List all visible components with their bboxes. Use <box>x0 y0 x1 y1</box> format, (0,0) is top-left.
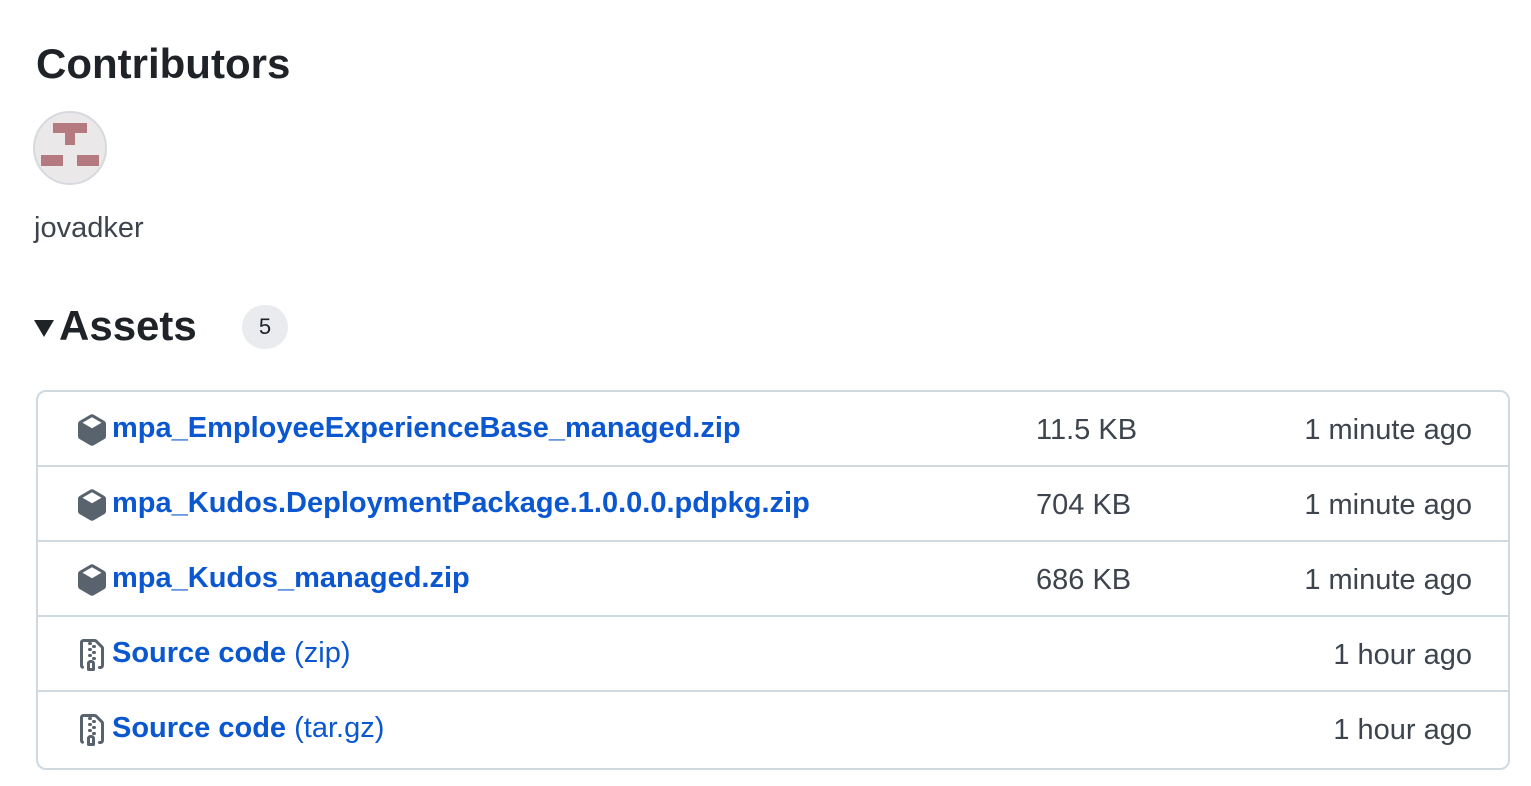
asset-name: Source code <box>112 712 287 744</box>
asset-format: (tar.gz) <box>294 712 385 744</box>
asset-link[interactable]: mpa_EmployeeExperienceBase_managed.zip <box>112 410 741 446</box>
asset-list: mpa_EmployeeExperienceBase_managed.zip 1… <box>36 390 1510 770</box>
assets-count-badge: 5 <box>242 305 288 349</box>
asset-name: Source code <box>112 637 287 669</box>
identicon-icon <box>41 123 99 166</box>
package-icon <box>78 564 106 596</box>
asset-time: 1 hour ago <box>1333 714 1472 746</box>
asset-row: mpa_EmployeeExperienceBase_managed.zip 1… <box>38 392 1508 467</box>
package-icon <box>78 489 106 521</box>
avatar[interactable] <box>33 111 107 185</box>
asset-name: mpa_Kudos_managed.zip <box>112 562 470 594</box>
asset-row: Source code (tar.gz) 1 hour ago <box>38 692 1508 767</box>
triangle-down-icon[interactable] <box>34 319 54 337</box>
asset-name: mpa_EmployeeExperienceBase_managed.zip <box>112 412 741 444</box>
asset-time: 1 minute ago <box>1304 564 1472 596</box>
asset-size: 686 KB <box>1036 564 1132 596</box>
asset-size: 11.5 KB <box>1036 414 1138 446</box>
asset-row: mpa_Kudos_managed.zip 686 KB 1 minute ag… <box>38 542 1508 617</box>
file-zip-icon <box>80 639 104 671</box>
asset-time: 1 hour ago <box>1333 639 1472 671</box>
asset-time: 1 minute ago <box>1304 414 1472 446</box>
assets-title: Assets <box>59 302 197 349</box>
asset-link[interactable]: Source code (tar.gz) <box>112 710 384 746</box>
package-icon <box>78 414 106 446</box>
asset-link[interactable]: mpa_Kudos.DeploymentPackage.1.0.0.0.pdpk… <box>112 485 810 521</box>
contributor-username[interactable]: jovadker <box>34 210 144 246</box>
asset-row: Source code (zip) 1 hour ago <box>38 617 1508 692</box>
assets-header[interactable]: Assets <box>34 296 197 356</box>
asset-row: mpa_Kudos.DeploymentPackage.1.0.0.0.pdpk… <box>38 467 1508 542</box>
asset-size: 704 KB <box>1036 489 1132 521</box>
asset-link[interactable]: Source code (zip) <box>112 635 351 671</box>
asset-time: 1 minute ago <box>1304 489 1472 521</box>
asset-name: mpa_Kudos.DeploymentPackage.1.0.0.0.pdpk… <box>112 487 810 519</box>
file-zip-icon <box>80 714 104 746</box>
asset-format: (zip) <box>294 637 351 669</box>
asset-link[interactable]: mpa_Kudos_managed.zip <box>112 560 470 596</box>
contributors-title: Contributors <box>36 40 291 87</box>
